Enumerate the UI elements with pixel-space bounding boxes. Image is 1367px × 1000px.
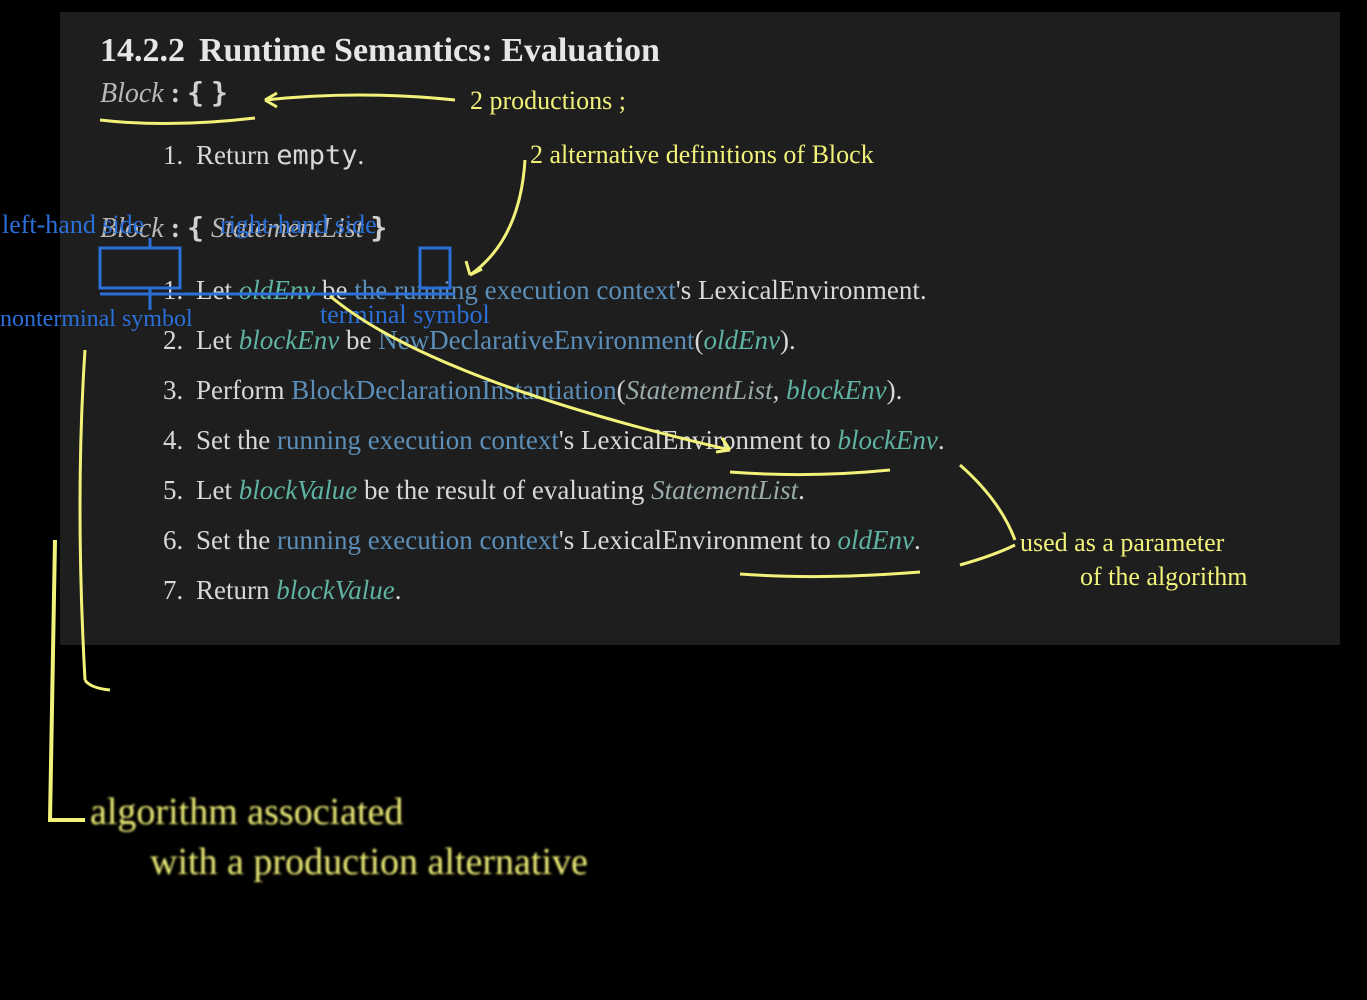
alg2-step3: Perform BlockDeclarationInstantiation(St…: [190, 365, 1300, 415]
annotation-used-parameter-1: used as a parameter: [1020, 528, 1224, 558]
annotation-used-parameter-2: of the algorithm: [1080, 562, 1248, 592]
annotation-algorithm-associated-2: with a production alternative: [150, 840, 588, 884]
prod1-lhs: Block: [100, 78, 164, 109]
annotation-lhs: left-hand side: [2, 210, 144, 240]
section-title: Runtime Semantics: Evaluation: [199, 32, 660, 69]
section-number: 14.2.2: [100, 32, 185, 69]
prod2-open: {: [187, 211, 204, 244]
section-heading: 14.2.2 Runtime Semantics: Evaluation: [100, 32, 1300, 70]
production-1: Block : { }: [100, 76, 1300, 110]
annotation-two-alternatives: 2 alternative definitions of Block: [530, 140, 874, 170]
annotation-nonterminal: nonterminal symbol: [0, 306, 193, 333]
annotation-algorithm-associated-1: algorithm associated: [90, 790, 403, 834]
prod1-colon: :: [171, 78, 180, 109]
prod1-open: {: [187, 76, 204, 109]
prod2-colon: :: [171, 213, 180, 244]
prod1-close: }: [211, 76, 228, 109]
annotation-rhs: right-hand side: [220, 210, 377, 240]
alg2-step5: Let blockValue be the result of evaluati…: [190, 465, 1300, 515]
annotation-two-productions: 2 productions ;: [470, 86, 626, 116]
annotation-terminal: terminal symbol: [320, 300, 490, 330]
alg2-step4: Set the running execution context's Lexi…: [190, 415, 1300, 465]
